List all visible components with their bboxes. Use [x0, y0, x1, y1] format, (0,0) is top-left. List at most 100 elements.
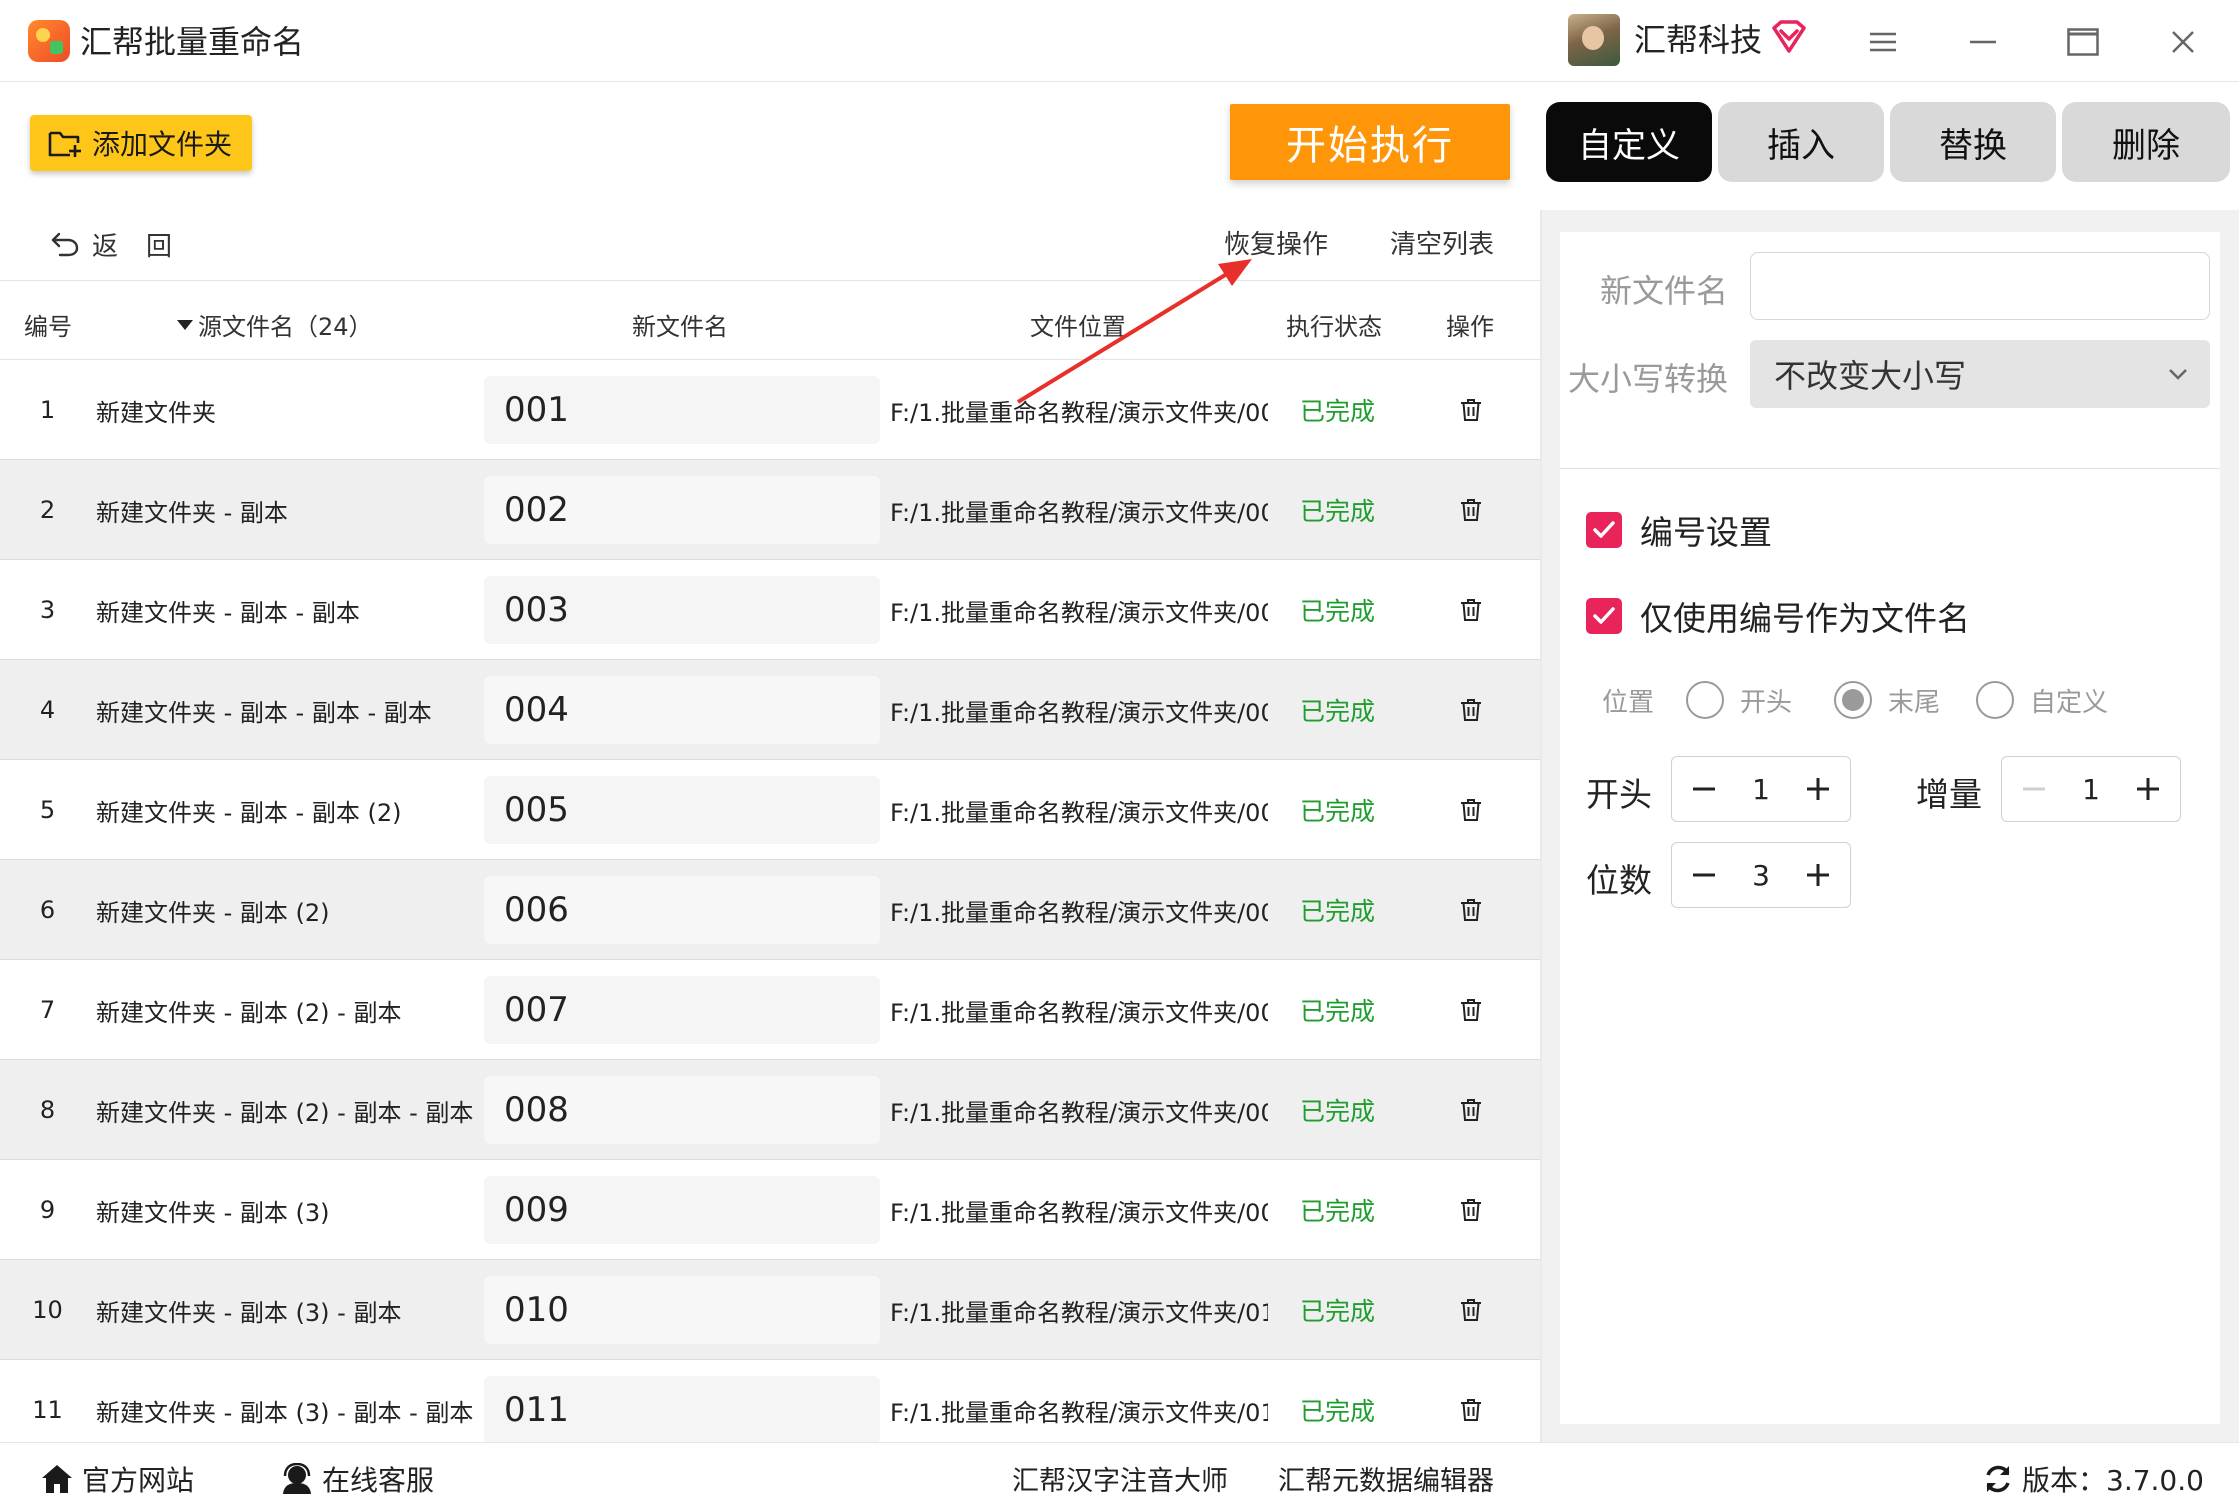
increment-stepper: 1	[2001, 756, 2181, 822]
delete-row-button[interactable]	[1456, 1160, 1486, 1260]
start-button[interactable]: 开始执行	[1230, 104, 1510, 180]
delete-row-button[interactable]	[1456, 860, 1486, 960]
official-website-link[interactable]: 官方网站	[40, 1459, 194, 1499]
table-row: 9 新建文件夹 - 副本 (3) 009 F:/1.批量重命名教程/演示文件夹/00 已…	[0, 1160, 1540, 1260]
row-number: 3	[39, 596, 56, 624]
file-path: F:/1.批量重命名教程/演示文件夹/00	[890, 1198, 1268, 1227]
metadata-editor-link[interactable]: 汇帮元数据编辑器	[1278, 1459, 1494, 1498]
undo-arrow-icon	[51, 232, 79, 257]
digits-value[interactable]: 3	[1752, 859, 1770, 892]
new-filename-input[interactable]: 011	[484, 1376, 880, 1442]
delete-row-button[interactable]	[1456, 660, 1486, 760]
file-path: F:/1.批量重命名教程/演示文件夹/00	[890, 698, 1268, 727]
row-number: 10	[32, 1296, 63, 1324]
restore-button[interactable]: 恢复操作	[1224, 224, 1328, 261]
maximize-icon[interactable]	[2058, 18, 2108, 66]
new-filename-input[interactable]: 010	[484, 1276, 880, 1344]
new-filename-cell: 006	[484, 860, 880, 960]
status-badge: 已完成	[1300, 497, 1376, 526]
pinyin-master-link[interactable]: 汇帮汉字注音大师	[1012, 1459, 1228, 1498]
delete-row-button[interactable]	[1456, 960, 1486, 1060]
minus-icon[interactable]	[1690, 861, 1718, 889]
new-filename-input[interactable]: 002	[484, 476, 880, 544]
table-header: 编号 源文件名（24） 新文件名 文件位置 执行状态 操作	[0, 282, 1540, 360]
start-value[interactable]: 1	[1752, 773, 1770, 806]
new-filename-cell: 011	[484, 1360, 880, 1442]
only-number-label: 仅使用编号作为文件名	[1640, 599, 1970, 638]
new-filename-input[interactable]: 007	[484, 976, 880, 1044]
user-avatar[interactable]	[1568, 14, 1620, 66]
status-badge: 已完成	[1300, 397, 1376, 426]
source-filename: 新建文件夹 - 副本 (2) - 副本	[96, 998, 402, 1027]
app-logo-icon	[28, 20, 70, 62]
increment-value[interactable]: 1	[2082, 773, 2100, 806]
source-filename: 新建文件夹 - 副本 (3) - 副本	[96, 1298, 402, 1327]
plus-icon[interactable]	[2134, 775, 2162, 803]
mode-tabs: 自定义 插入 替换 删除	[1546, 102, 2230, 182]
online-support-link[interactable]: 在线客服	[280, 1459, 434, 1499]
case-select[interactable]: 不改变大小写	[1750, 340, 2210, 408]
delete-row-button[interactable]	[1456, 360, 1486, 460]
add-folder-button[interactable]: 添加文件夹	[30, 115, 252, 171]
tab-insert[interactable]: 插入	[1718, 102, 1884, 182]
new-filename-cell: 007	[484, 960, 880, 1060]
newname-input[interactable]	[1750, 252, 2210, 320]
new-filename-input[interactable]: 009	[484, 1176, 880, 1244]
plus-icon[interactable]	[1804, 775, 1832, 803]
new-filename-input[interactable]: 004	[484, 676, 880, 744]
radio-end[interactable]	[1834, 681, 1872, 719]
status-badge: 已完成	[1300, 1297, 1376, 1326]
delete-row-button[interactable]	[1456, 560, 1486, 660]
tab-replace[interactable]: 替换	[1890, 102, 2056, 182]
close-icon[interactable]	[2158, 18, 2208, 66]
trash-icon	[1461, 1399, 1481, 1421]
delete-row-button[interactable]	[1456, 1060, 1486, 1160]
file-path: F:/1.批量重命名教程/演示文件夹/00	[890, 598, 1268, 627]
row-number: 4	[39, 696, 56, 724]
row-number: 5	[39, 796, 56, 824]
minus-icon[interactable]	[1690, 775, 1718, 803]
case-label: 大小写转换	[1568, 360, 1729, 398]
new-filename-input[interactable]: 003	[484, 576, 880, 644]
menu-icon[interactable]	[1858, 18, 1908, 66]
table-row: 8 新建文件夹 - 副本 (2) - 副本 - 副本 008 F:/1.批量重命名教程…	[0, 1060, 1540, 1160]
radio-end-label: 末尾	[1888, 687, 1941, 718]
table-row: 7 新建文件夹 - 副本 (2) - 副本 007 F:/1.批量重命名教程/演示文件…	[0, 960, 1540, 1060]
delete-row-button[interactable]	[1456, 760, 1486, 860]
minus-icon[interactable]	[2020, 775, 2048, 803]
radio-start[interactable]	[1686, 681, 1724, 719]
position-label: 位置	[1602, 687, 1655, 718]
header-src[interactable]: 源文件名（24）	[176, 307, 373, 342]
new-filename-cell: 001	[484, 360, 880, 460]
file-path: F:/1.批量重命名教程/演示文件夹/00	[890, 498, 1268, 527]
brand-name[interactable]: 汇帮科技	[1634, 18, 1762, 62]
clear-list-button[interactable]: 清空列表	[1390, 224, 1494, 261]
tab-delete[interactable]: 删除	[2062, 102, 2230, 182]
refresh-icon[interactable]	[1982, 1463, 2014, 1495]
delete-row-button[interactable]	[1456, 1360, 1486, 1442]
delete-row-button[interactable]	[1456, 460, 1486, 560]
row-number: 6	[39, 896, 56, 924]
status-badge: 已完成	[1300, 1397, 1376, 1426]
title-bar: 汇帮批量重命名 汇帮科技	[0, 0, 2239, 82]
file-path: F:/1.批量重命名教程/演示文件夹/01	[890, 1298, 1268, 1327]
vip-diamond-icon[interactable]	[1770, 20, 1808, 54]
new-filename-cell: 009	[484, 1160, 880, 1260]
new-filename-input[interactable]: 001	[484, 376, 880, 444]
back-button[interactable]: 返回	[50, 224, 200, 264]
trash-icon	[1461, 999, 1481, 1021]
new-filename-input[interactable]: 005	[484, 776, 880, 844]
plus-icon[interactable]	[1804, 861, 1832, 889]
new-filename-input[interactable]: 008	[484, 1076, 880, 1144]
app-title: 汇帮批量重命名	[80, 23, 305, 61]
only-number-checkbox[interactable]: 仅使用编号作为文件名	[1586, 592, 1970, 640]
table-body: 1 新建文件夹 001 F:/1.批量重命名教程/演示文件夹/00 已完成 2 新建文件夹 …	[0, 360, 1540, 1442]
tab-custom[interactable]: 自定义	[1546, 102, 1712, 182]
minimize-icon[interactable]	[1958, 18, 2008, 66]
new-filename-input[interactable]: 006	[484, 876, 880, 944]
row-number: 2	[39, 496, 56, 524]
status-badge: 已完成	[1300, 897, 1376, 926]
delete-row-button[interactable]	[1456, 1260, 1486, 1360]
numbering-checkbox[interactable]: 编号设置	[1586, 506, 1772, 554]
radio-custom[interactable]	[1976, 681, 2014, 719]
